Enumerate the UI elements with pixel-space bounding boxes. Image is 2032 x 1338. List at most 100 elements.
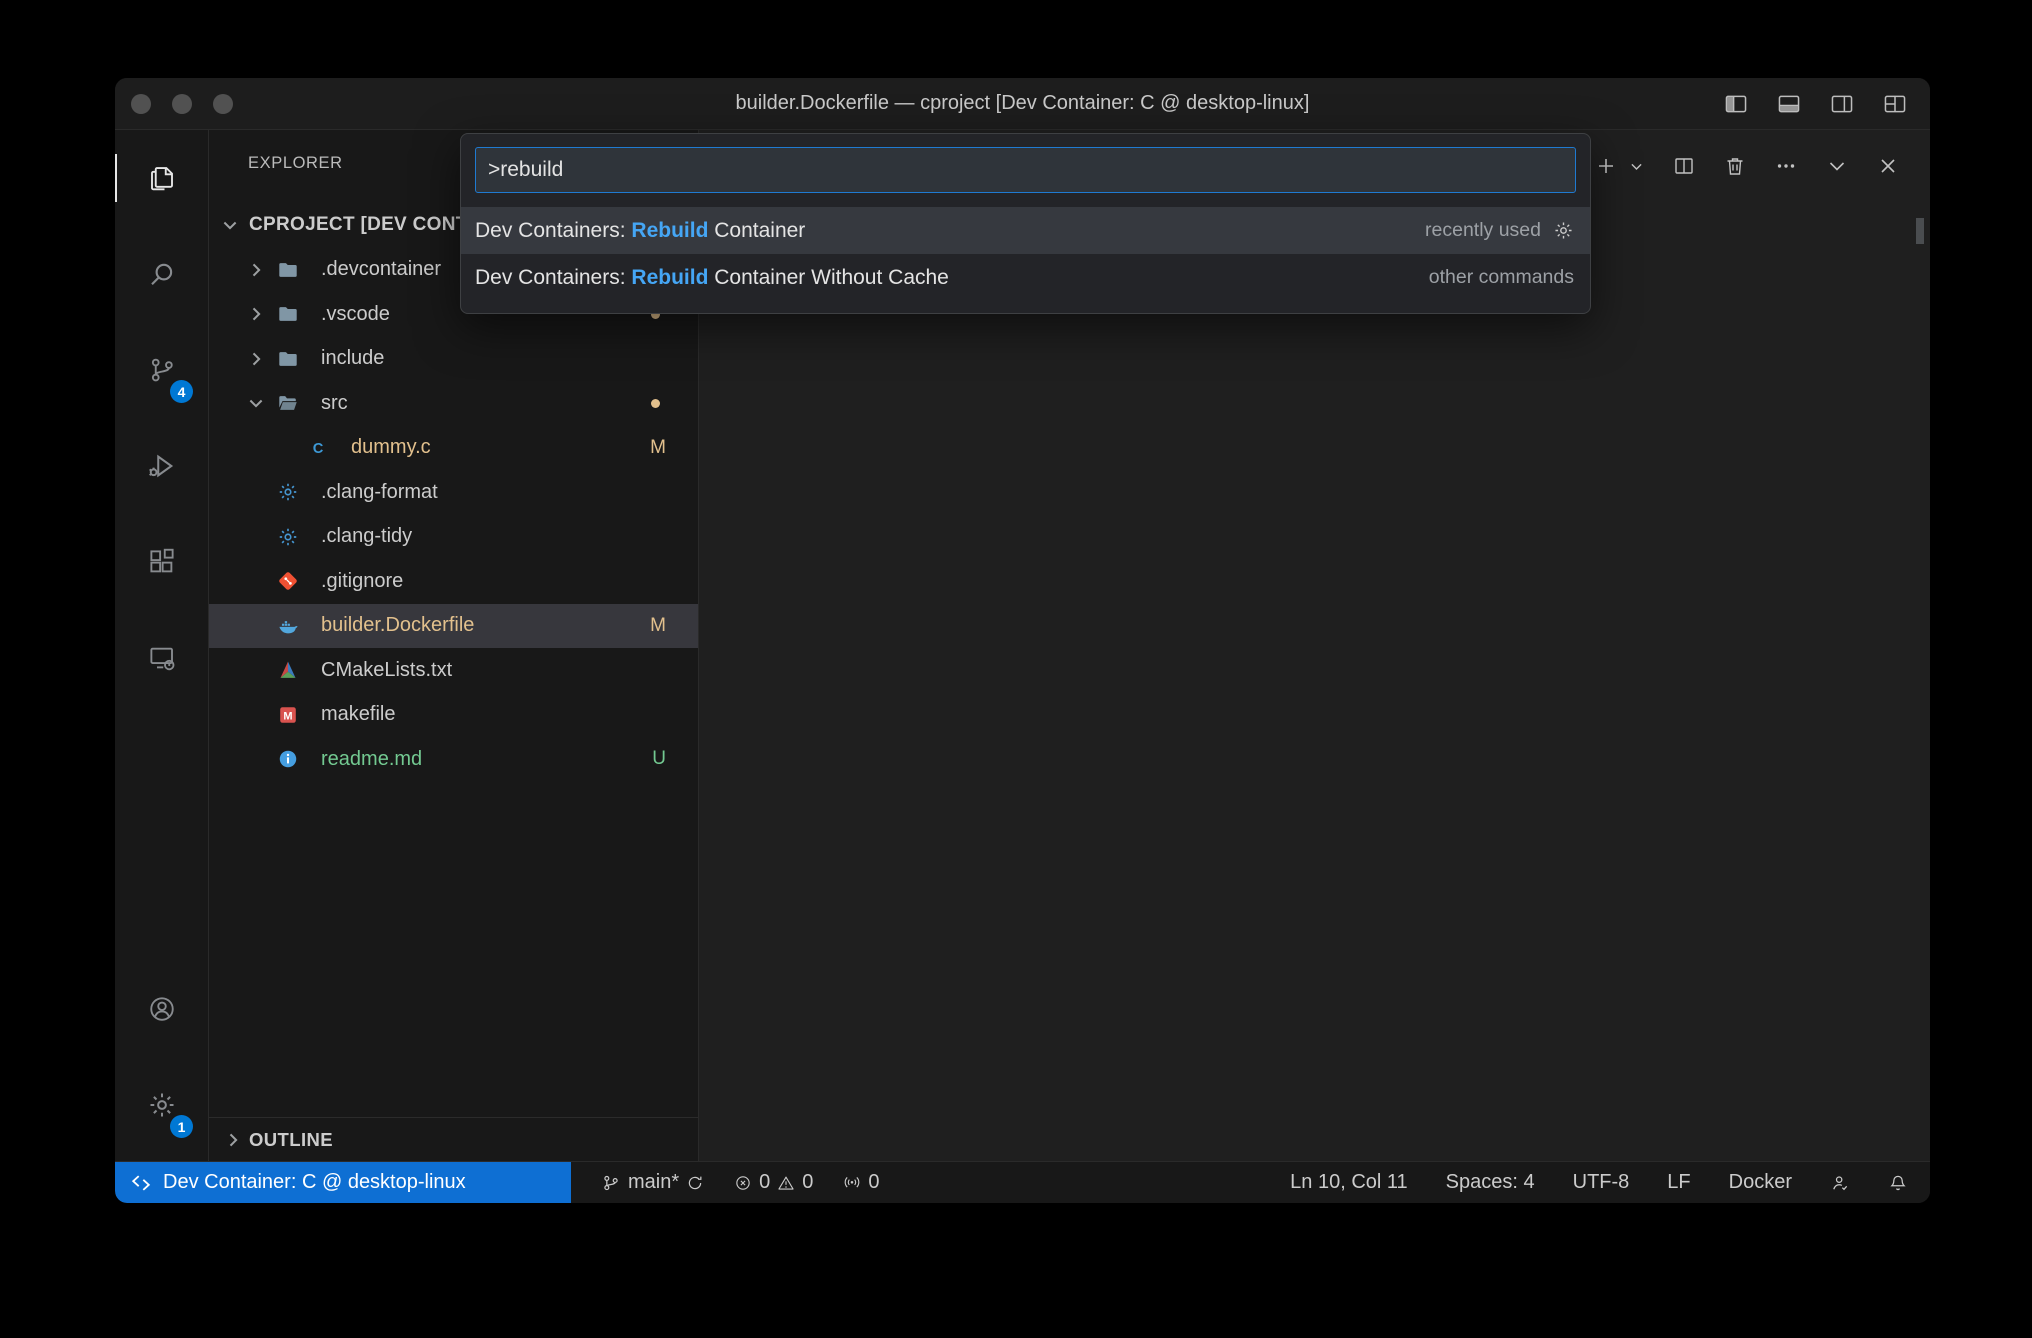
cursor-position[interactable]: Ln 10, Col 11 bbox=[1290, 1171, 1408, 1194]
tree-item-label: .clang-tidy bbox=[321, 525, 412, 548]
folder-icon bbox=[277, 259, 299, 281]
gear-icon bbox=[147, 1090, 177, 1120]
more-actions-icon[interactable] bbox=[1774, 154, 1798, 178]
remote-indicator[interactable]: Dev Container: C @ desktop-linux bbox=[115, 1162, 571, 1203]
tree-item-label: dummy.c bbox=[351, 436, 431, 459]
window-title: builder.Dockerfile — cproject [Dev Conta… bbox=[115, 92, 1930, 115]
collapse-panel-icon[interactable] bbox=[1825, 154, 1849, 178]
feedback-icon[interactable] bbox=[1830, 1173, 1850, 1193]
gear-file-icon bbox=[277, 481, 299, 503]
remote-explorer-icon bbox=[147, 643, 177, 673]
error-icon bbox=[734, 1174, 752, 1192]
dropdown-icon[interactable] bbox=[1628, 158, 1645, 175]
tree-item-cmakelists-txt[interactable]: CMakeLists.txt bbox=[209, 648, 698, 693]
account-icon bbox=[147, 994, 177, 1024]
activity-bar-explorer[interactable] bbox=[115, 130, 208, 226]
folder-open-icon bbox=[277, 392, 299, 414]
git-branch-icon bbox=[601, 1173, 621, 1193]
close-window-button[interactable] bbox=[131, 94, 151, 114]
indentation-status[interactable]: Spaces: 4 bbox=[1446, 1171, 1535, 1194]
twisty-spacer bbox=[243, 482, 269, 502]
twisty-spacer bbox=[243, 616, 269, 636]
sync-icon bbox=[686, 1174, 704, 1192]
window-controls bbox=[131, 78, 233, 130]
svg-text:M: M bbox=[283, 710, 292, 722]
tree-item-dummy-c[interactable]: Cdummy.cM bbox=[209, 426, 698, 471]
svg-text:C: C bbox=[313, 441, 324, 457]
outline-section[interactable]: OUTLINE bbox=[209, 1117, 698, 1161]
tree-item-include[interactable]: include bbox=[209, 337, 698, 382]
delete-icon[interactable] bbox=[1723, 154, 1747, 178]
command-palette-input[interactable] bbox=[475, 147, 1576, 193]
tree-item-label: src bbox=[321, 392, 348, 415]
chevron-right-icon[interactable] bbox=[243, 304, 269, 324]
activity-bar-search[interactable] bbox=[115, 226, 208, 322]
tree-item-readme-md[interactable]: readme.mdU bbox=[209, 737, 698, 782]
extensions-icon bbox=[147, 547, 177, 577]
activity-bar-manage[interactable]: 1 bbox=[115, 1057, 208, 1153]
vscode-window: builder.Dockerfile — cproject [Dev Conta… bbox=[115, 78, 1930, 1203]
twisty-spacer bbox=[243, 705, 269, 725]
title-bar: builder.Dockerfile — cproject [Dev Conta… bbox=[115, 78, 1930, 130]
status-bar: Dev Container: C @ desktop-linux main* 0… bbox=[115, 1161, 1930, 1203]
scrollbar-thumb[interactable] bbox=[1916, 218, 1924, 244]
makefile-icon: M bbox=[277, 704, 299, 726]
tree-item-label: .gitignore bbox=[321, 570, 403, 593]
manage-badge: 1 bbox=[170, 1115, 193, 1138]
tree-item-clang-tidy[interactable]: .clang-tidy bbox=[209, 515, 698, 560]
activity-bar-accounts[interactable] bbox=[115, 961, 208, 1057]
zoom-window-button[interactable] bbox=[213, 94, 233, 114]
folder-icon bbox=[277, 303, 299, 325]
chevron-right-icon[interactable] bbox=[243, 260, 269, 280]
ports-count: 0 bbox=[868, 1171, 879, 1194]
tree-item-label: makefile bbox=[321, 703, 395, 726]
notifications-icon[interactable] bbox=[1888, 1173, 1908, 1193]
language-mode[interactable]: Docker bbox=[1729, 1171, 1792, 1194]
customize-layout-icon[interactable] bbox=[1882, 91, 1908, 117]
docker-icon bbox=[277, 615, 299, 637]
chevron-right-icon[interactable] bbox=[243, 349, 269, 369]
activity-bar-run-and-debug[interactable] bbox=[115, 418, 208, 514]
close-panel-icon[interactable] bbox=[1876, 154, 1900, 178]
toggle-panel-icon[interactable] bbox=[1776, 91, 1802, 117]
tree-item-clang-format[interactable]: .clang-format bbox=[209, 470, 698, 515]
activity-bar-extensions[interactable] bbox=[115, 514, 208, 610]
tree-item-builder-dockerfile[interactable]: builder.DockerfileM bbox=[209, 604, 698, 649]
eol-status[interactable]: LF bbox=[1667, 1171, 1690, 1194]
twisty-spacer bbox=[273, 438, 299, 458]
chevron-down-icon[interactable] bbox=[217, 215, 243, 235]
palette-group-label: recently used bbox=[1425, 219, 1574, 242]
info-icon bbox=[277, 748, 299, 770]
ports-status[interactable]: 0 bbox=[843, 1171, 879, 1194]
minimize-window-button[interactable] bbox=[172, 94, 192, 114]
tree-item-src[interactable]: src bbox=[209, 381, 698, 426]
panel-toolbar bbox=[1594, 154, 1900, 178]
toggle-secondary-sidebar-icon[interactable] bbox=[1829, 91, 1855, 117]
layout-controls bbox=[1723, 78, 1908, 130]
activity-bar-source-control[interactable]: 4 bbox=[115, 322, 208, 418]
toggle-primary-sidebar-icon[interactable] bbox=[1723, 91, 1749, 117]
tree-item-gitignore[interactable]: .gitignore bbox=[209, 559, 698, 604]
split-editor-icon[interactable] bbox=[1672, 154, 1696, 178]
palette-item-label: Dev Containers: Rebuild Container bbox=[475, 219, 805, 243]
command-palette: Dev Containers: Rebuild Container recentl… bbox=[460, 133, 1591, 314]
encoding-status[interactable]: UTF-8 bbox=[1573, 1171, 1630, 1194]
tree-item-label: readme.md bbox=[321, 748, 422, 771]
source-control-icon bbox=[147, 355, 177, 385]
configure-keybinding-gear-icon[interactable] bbox=[1553, 220, 1574, 241]
chevron-down-icon[interactable] bbox=[243, 393, 269, 413]
run-debug-icon bbox=[147, 451, 177, 481]
activity-bar-remote-explorer[interactable] bbox=[115, 610, 208, 706]
files-icon bbox=[147, 163, 177, 193]
palette-item-0[interactable]: Dev Containers: Rebuild Container recentl… bbox=[461, 207, 1590, 254]
modified-content-dot bbox=[651, 399, 660, 408]
twisty-spacer bbox=[243, 749, 269, 769]
tree-item-label: .devcontainer bbox=[321, 258, 441, 281]
search-icon bbox=[147, 259, 177, 289]
branch-status[interactable]: main* bbox=[601, 1171, 704, 1194]
palette-item-1[interactable]: Dev Containers: Rebuild Container Withou… bbox=[461, 254, 1590, 301]
new-item-icon[interactable] bbox=[1594, 154, 1618, 178]
problems-status[interactable]: 0 0 bbox=[734, 1171, 813, 1194]
tree-item-makefile[interactable]: Mmakefile bbox=[209, 693, 698, 738]
tree-item-label: builder.Dockerfile bbox=[321, 614, 474, 637]
